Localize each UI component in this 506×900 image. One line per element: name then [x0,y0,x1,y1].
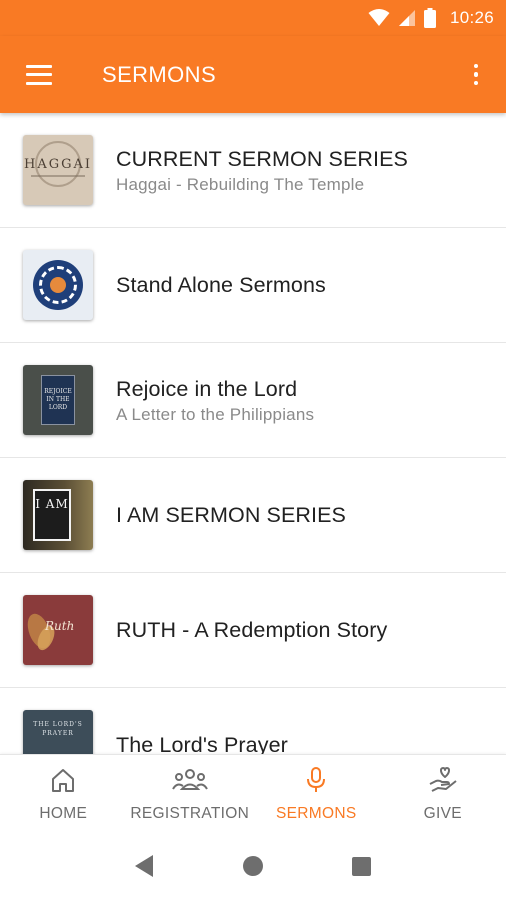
sermon-thumbnail: THE LORD'S PRAYER [23,710,93,754]
back-icon [135,855,154,877]
system-back-button[interactable] [124,846,164,886]
system-home-button[interactable] [233,846,273,886]
sermon-row-i-am[interactable]: I AM I AM SERMON SERIES [0,458,506,573]
home-icon [52,768,75,792]
sermon-subtitle: A Letter to the Philippians [116,405,315,424]
page-title: SERMONS [102,61,217,87]
battery-icon [423,8,436,28]
status-bar: 10:26 [0,0,506,36]
app-bar: SERMONS [0,36,506,113]
bottom-navigation: HOME REGISTRATION SERMONS GIVE [0,754,506,832]
sermon-row-lords-prayer[interactable]: THE LORD'S PRAYER The Lord's Prayer [0,688,506,754]
recents-icon [352,856,372,876]
nav-registration[interactable]: REGISTRATION [127,755,254,832]
overflow-menu-button[interactable] [446,36,506,113]
system-recents-button[interactable] [342,846,382,886]
nav-home[interactable]: HOME [0,755,127,832]
sermon-thumbnail: HAGGAI [23,135,93,205]
nav-give-label: GIVE [423,804,462,822]
people-group-icon [171,768,208,790]
status-icons: 10:26 [368,8,494,28]
system-navigation [0,832,506,900]
sermon-title: Rejoice in the Lord [116,377,298,401]
sermon-row-ruth[interactable]: Ruth RUTH - A Redemption Story [0,573,506,688]
menu-button[interactable] [0,36,80,113]
church-seal-icon [33,260,83,310]
sermon-title: RUTH - A Redemption Story [116,618,388,642]
sermon-subtitle: Haggai - Rebuilding The Temple [116,175,365,194]
sermon-thumbnail [23,250,93,320]
heart-hand-icon [429,766,457,792]
nav-registration-label: REGISTRATION [130,804,250,822]
sermon-thumbnail: Ruth [23,595,93,665]
sermon-list: HAGGAI CURRENT SERMON SERIES Haggai - Re… [0,113,506,754]
sermon-row-current-series[interactable]: HAGGAI CURRENT SERMON SERIES Haggai - Re… [0,113,506,228]
status-time: 10:26 [449,8,494,27]
more-vert-icon [473,63,479,86]
hamburger-menu-icon [26,64,52,85]
sermon-title: Stand Alone Sermons [116,273,326,297]
nav-sermons[interactable]: SERMONS [253,755,380,832]
sermon-row-rejoice[interactable]: REJOICE IN THE LORD Rejoice in the Lord … [0,343,506,458]
wifi-icon [368,9,390,26]
home-circle-icon [242,856,263,876]
sermon-title: CURRENT SERMON SERIES [116,147,408,171]
sermon-thumbnail: REJOICE IN THE LORD [23,365,93,435]
sermon-title: I AM SERMON SERIES [116,503,346,527]
sermon-thumbnail: I AM [23,480,93,550]
nav-home-label: HOME [39,804,88,822]
microphone-icon [307,766,326,792]
sermon-row-stand-alone[interactable]: Stand Alone Sermons [0,228,506,343]
nav-sermons-label: SERMONS [276,804,357,822]
nav-give[interactable]: GIVE [380,755,506,832]
signal-icon [398,10,415,26]
sermon-title: The Lord's Prayer [116,733,288,754]
